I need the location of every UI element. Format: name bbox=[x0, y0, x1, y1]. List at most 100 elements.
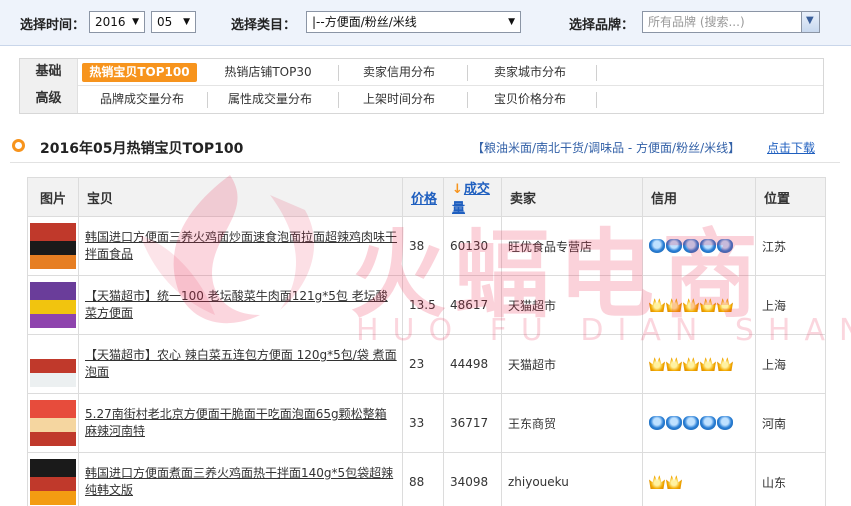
item-sales: 60130 bbox=[443, 216, 502, 276]
gold-crown-icon bbox=[717, 298, 733, 313]
item-location: 江苏 bbox=[755, 216, 826, 276]
tab-price-distribution[interactable]: 宝贝价格分布 bbox=[474, 90, 586, 109]
item-title-link[interactable]: 5.27南街村老北京方便面干脆面干吃面泡面65g颗松整箱麻辣河南特 bbox=[85, 406, 398, 440]
item-credit bbox=[642, 275, 756, 335]
gold-crown-icon bbox=[683, 298, 699, 313]
table-row: 【天猫超市】农心 辣白菜五连包方便面 120g*5包/袋 煮面 泡面 23 4449… bbox=[27, 334, 826, 394]
col-header-credit: 信用 bbox=[642, 177, 756, 217]
blue-crown-icon bbox=[666, 416, 682, 431]
item-price: 38 bbox=[402, 216, 444, 276]
sort-price-link[interactable]: 价格 bbox=[411, 192, 437, 207]
table-row: 韩国进口方便面三养火鸡面炒面速食泡面拉面超辣鸡肉味干拌面食品 38 60130 旺优食… bbox=[27, 216, 826, 276]
item-sales: 34098 bbox=[443, 452, 502, 506]
col-header-seller: 卖家 bbox=[501, 177, 643, 217]
item-thumbnail[interactable] bbox=[30, 400, 76, 446]
col-header-price[interactable]: 价格 bbox=[402, 177, 444, 217]
item-thumbnail[interactable] bbox=[30, 459, 76, 505]
item-location: 上海 bbox=[755, 334, 826, 394]
item-title-cell: 韩国进口方便面三养火鸡面炒面速食泡面拉面超辣鸡肉味干拌面食品 bbox=[78, 216, 403, 276]
tab-divider bbox=[207, 92, 208, 108]
item-title-cell: 【天猫超市】统一100 老坛酸菜牛肉面121g*5包 老坛酸菜方便面 bbox=[78, 275, 403, 335]
gold-crown-icon bbox=[666, 475, 682, 490]
tab-divider bbox=[467, 65, 468, 81]
item-thumbnail-cell[interactable] bbox=[27, 275, 79, 335]
section-title: 2016年05月热销宝贝TOP100 bbox=[40, 141, 244, 157]
item-thumbnail[interactable] bbox=[30, 282, 76, 328]
item-thumbnail-cell[interactable] bbox=[27, 216, 79, 276]
item-title-cell: 【天猫超市】农心 辣白菜五连包方便面 120g*5包/袋 煮面 泡面 bbox=[78, 334, 403, 394]
item-thumbnail[interactable] bbox=[30, 223, 76, 269]
blue-crown-icon bbox=[700, 416, 716, 431]
item-price: 23 bbox=[402, 334, 444, 394]
item-title-link[interactable]: 【天猫超市】农心 辣白菜五连包方便面 120g*5包/袋 煮面 泡面 bbox=[85, 347, 398, 381]
category-select[interactable]: |--方便面/粉丝/米线 ▼ bbox=[306, 11, 521, 33]
tab-attribute-volume[interactable]: 属性成交量分布 bbox=[214, 90, 326, 109]
brand-dropdown-button[interactable]: ▼ bbox=[801, 12, 819, 32]
item-seller: 天猫超市 bbox=[501, 275, 643, 335]
tab-divider bbox=[596, 92, 597, 108]
col-header-location: 位置 bbox=[755, 177, 826, 217]
blue-crown-icon bbox=[649, 239, 665, 254]
top-items-table: 图片 宝贝 价格 ↓成交量 卖家 信用 位置 韩国进口方便面三养火鸡面炒面速食泡… bbox=[27, 177, 826, 506]
item-seller: 王东商贸 bbox=[501, 393, 643, 453]
item-credit bbox=[642, 216, 756, 276]
tab-brand-volume[interactable]: 品牌成交量分布 bbox=[86, 90, 198, 109]
year-select[interactable]: 2016 ▼ bbox=[89, 11, 145, 33]
tab-row-basic: 基础 热销宝贝TOP100 热销店铺TOP30 卖家信用分布 卖家城市分布 bbox=[20, 59, 823, 86]
item-price: 88 bbox=[402, 452, 444, 506]
tab-seller-city[interactable]: 卖家城市分布 bbox=[474, 63, 586, 82]
gold-crown-icon bbox=[717, 357, 733, 372]
item-thumbnail[interactable] bbox=[30, 341, 76, 387]
chevron-down-icon: ▼ bbox=[806, 15, 814, 26]
section-divider bbox=[10, 162, 840, 163]
tab-divider bbox=[596, 65, 597, 81]
tab-hot-shops-top30[interactable]: 热销店铺TOP30 bbox=[212, 63, 324, 82]
blue-crown-icon bbox=[683, 416, 699, 431]
item-seller: 天猫超市 bbox=[501, 334, 643, 394]
month-value: 05 bbox=[157, 15, 173, 29]
time-label: 选择时间： bbox=[20, 18, 86, 33]
item-credit bbox=[642, 334, 756, 394]
gold-crown-icon bbox=[649, 298, 665, 313]
item-seller: zhiyoueku bbox=[501, 452, 643, 506]
col-header-pic: 图片 bbox=[27, 177, 79, 217]
blue-crown-icon bbox=[683, 239, 699, 254]
brand-label: 选择品牌： bbox=[569, 18, 635, 33]
item-sales: 44498 bbox=[443, 334, 502, 394]
tab-seller-credit[interactable]: 卖家信用分布 bbox=[344, 63, 454, 82]
item-sales: 48617 bbox=[443, 275, 502, 335]
month-select[interactable]: 05 ▼ bbox=[151, 11, 196, 33]
item-location: 上海 bbox=[755, 275, 826, 335]
gold-crown-icon bbox=[683, 357, 699, 372]
download-link[interactable]: 点击下载 bbox=[767, 139, 815, 156]
section-category-path: 【粮油米面/南北干货/调味品 - 方便面/粉丝/米线】 bbox=[472, 141, 741, 155]
item-title-cell: 5.27南街村老北京方便面干脆面干吃面泡面65g颗松整箱麻辣河南特 bbox=[78, 393, 403, 453]
gold-crown-icon bbox=[700, 298, 716, 313]
chevron-down-icon: ▼ bbox=[508, 17, 515, 27]
tab-divider bbox=[338, 92, 339, 108]
item-credit bbox=[642, 452, 756, 506]
tab-listing-time[interactable]: 上架时间分布 bbox=[344, 90, 454, 109]
item-price: 33 bbox=[402, 393, 444, 453]
blue-crown-icon bbox=[649, 416, 665, 431]
chevron-down-icon: ▼ bbox=[132, 17, 139, 27]
item-sales: 36717 bbox=[443, 393, 502, 453]
tab-hot-items-top100[interactable]: 热销宝贝TOP100 bbox=[82, 63, 197, 82]
item-title-cell: 韩国进口方便面煮面三养火鸡面热干拌面140g*5包袋超辣纯韩文版 bbox=[78, 452, 403, 506]
blue-crown-icon bbox=[717, 416, 733, 431]
tab-row-advanced: 高级 品牌成交量分布 属性成交量分布 上架时间分布 宝贝价格分布 bbox=[20, 86, 823, 113]
item-thumbnail-cell[interactable] bbox=[27, 393, 79, 453]
item-title-link[interactable]: 【天猫超市】统一100 老坛酸菜牛肉面121g*5包 老坛酸菜方便面 bbox=[85, 288, 398, 322]
col-header-sales[interactable]: ↓成交量 bbox=[443, 177, 502, 217]
item-price: 13.5 bbox=[402, 275, 444, 335]
item-thumbnail-cell[interactable] bbox=[27, 334, 79, 394]
category-label: 选择类目： bbox=[231, 18, 297, 33]
year-value: 2016 bbox=[95, 15, 126, 29]
item-title-link[interactable]: 韩国进口方便面三养火鸡面炒面速食泡面拉面超辣鸡肉味干拌面食品 bbox=[85, 229, 398, 263]
gold-crown-icon bbox=[666, 298, 682, 313]
item-location: 河南 bbox=[755, 393, 826, 453]
brand-search-input[interactable]: 所有品牌 (搜索...) bbox=[642, 11, 820, 33]
tab-row-head-basic: 基础 bbox=[20, 59, 78, 86]
item-thumbnail-cell[interactable] bbox=[27, 452, 79, 506]
item-title-link[interactable]: 韩国进口方便面煮面三养火鸡面热干拌面140g*5包袋超辣纯韩文版 bbox=[85, 465, 398, 499]
